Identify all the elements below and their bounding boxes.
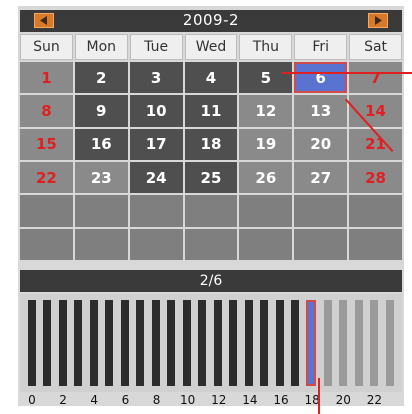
calendar-day[interactable]: 15 <box>20 128 73 160</box>
hour-tick-label: 16 <box>273 393 289 407</box>
hour-bar-current[interactable] <box>306 300 317 386</box>
calendar-empty-cell <box>74 195 128 227</box>
month-label: 2009-2 <box>182 11 240 29</box>
hour-tick-label: 8 <box>152 393 161 407</box>
calendar-empty-cell <box>349 228 402 260</box>
calendar-day[interactable]: 22 <box>20 162 73 194</box>
calendar-day[interactable]: 28 <box>349 162 402 194</box>
weekday-wed: Wed <box>184 34 238 60</box>
hour-axis: 0 2 4 6 8 10 12 14 16 18 20 22 <box>20 392 402 410</box>
calendar-empty-cell <box>239 195 293 227</box>
hour-bar[interactable] <box>260 300 269 386</box>
calendar-day[interactable]: 3 <box>129 62 183 94</box>
hour-bar[interactable] <box>290 300 299 386</box>
hour-bar[interactable] <box>151 300 160 386</box>
next-month-button[interactable] <box>368 13 388 28</box>
hour-bar[interactable] <box>370 300 379 386</box>
calendar-day[interactable]: 11 <box>184 95 238 127</box>
calendar-day[interactable]: 10 <box>129 95 183 127</box>
calendar-day[interactable]: 17 <box>129 128 183 160</box>
calendar-day[interactable]: 19 <box>239 128 293 160</box>
selected-date-label: 2/6 <box>20 270 402 292</box>
hour-tick-label: 0 <box>28 393 36 407</box>
weekday-fri: Fri <box>294 34 348 60</box>
hour-tick-label: 10 <box>180 393 196 407</box>
weekday-mon: Mon <box>74 34 128 60</box>
calendar-empty-cell <box>129 195 183 227</box>
weekday-tue: Tue <box>129 34 183 60</box>
calendar-day[interactable]: 4 <box>184 62 238 94</box>
calendar-empty-cell <box>294 228 348 260</box>
calendar-day[interactable]: 16 <box>74 128 128 160</box>
hour-bar[interactable] <box>354 300 363 386</box>
hour-bar[interactable] <box>136 300 145 386</box>
hour-bar[interactable] <box>213 300 222 386</box>
calendar-empty-cell <box>184 195 238 227</box>
hour-tick-label: 14 <box>242 393 258 407</box>
calendar-day[interactable]: 23 <box>74 162 128 194</box>
calendar-day[interactable]: 12 <box>239 95 293 127</box>
hour-tick-label: 4 <box>90 393 99 407</box>
calendar-day[interactable]: 13 <box>294 95 348 127</box>
hour-tick-label: 12 <box>211 393 227 407</box>
weekday-sat: Sat <box>349 34 402 60</box>
calendar-day[interactable]: 18 <box>184 128 238 160</box>
hour-tick-label: 22 <box>366 393 383 407</box>
hour-bar[interactable] <box>58 300 67 386</box>
hour-tick-label: 2 <box>59 393 67 407</box>
calendar-empty-cell <box>20 195 73 227</box>
hour-bar[interactable] <box>89 300 98 386</box>
calendar-day[interactable]: 24 <box>129 162 183 194</box>
weekday-sun: Sun <box>20 34 73 60</box>
calendar-day-grid: 1 2 3 4 5 6 7 8 9 10 11 12 13 14 15 16 17 18 19 20 21 22 23 24 2… <box>20 62 402 260</box>
hour-bar[interactable] <box>339 300 348 386</box>
calendar-day[interactable]: 1 <box>20 62 73 94</box>
hour-bar[interactable] <box>244 300 253 386</box>
calendar-empty-cell <box>129 228 183 260</box>
calendar-empty-cell <box>294 195 348 227</box>
hour-bar[interactable] <box>323 300 332 386</box>
hour-bar[interactable] <box>385 300 394 386</box>
hour-bar[interactable] <box>182 300 191 386</box>
weekday-thu: Thu <box>239 34 293 60</box>
hour-bar[interactable] <box>167 300 176 386</box>
calendar-empty-cell <box>20 228 73 260</box>
hour-bar[interactable] <box>43 300 52 386</box>
annotation-line <box>318 378 320 414</box>
hour-bar[interactable] <box>229 300 238 386</box>
calendar-day[interactable]: 20 <box>294 128 348 160</box>
calendar-empty-cell <box>349 195 402 227</box>
calendar-day[interactable]: 8 <box>20 95 73 127</box>
calendar-header: 2009-2 <box>20 10 402 32</box>
hour-tick-label: 20 <box>335 393 351 407</box>
triangle-right-icon <box>375 16 382 25</box>
calendar-day[interactable]: 5 <box>239 62 293 94</box>
calendar-day[interactable]: 25 <box>184 162 238 194</box>
calendar-day[interactable]: 27 <box>294 162 348 194</box>
hour-tick-label: 6 <box>121 393 130 407</box>
calendar-empty-cell <box>184 228 238 260</box>
hour-bar[interactable] <box>28 300 36 386</box>
weekday-header-row: Sun Mon Tue Wed Thu Fri Sat <box>20 34 402 60</box>
calendar-day-selected[interactable]: 6 <box>294 62 348 94</box>
hour-bar[interactable] <box>120 300 129 386</box>
calendar-empty-cell <box>74 228 128 260</box>
calendar-empty-cell <box>239 228 293 260</box>
calendar-day[interactable]: 9 <box>74 95 128 127</box>
hour-timeline <box>20 294 402 392</box>
hour-bar[interactable] <box>74 300 83 386</box>
calendar-day[interactable]: 7 <box>349 62 402 94</box>
hour-bar[interactable] <box>275 300 284 386</box>
annotation-line <box>282 72 412 74</box>
hour-bar[interactable] <box>198 300 207 386</box>
calendar-day[interactable]: 2 <box>74 62 128 94</box>
calendar-day[interactable]: 26 <box>239 162 293 194</box>
hour-bar[interactable] <box>105 300 114 386</box>
